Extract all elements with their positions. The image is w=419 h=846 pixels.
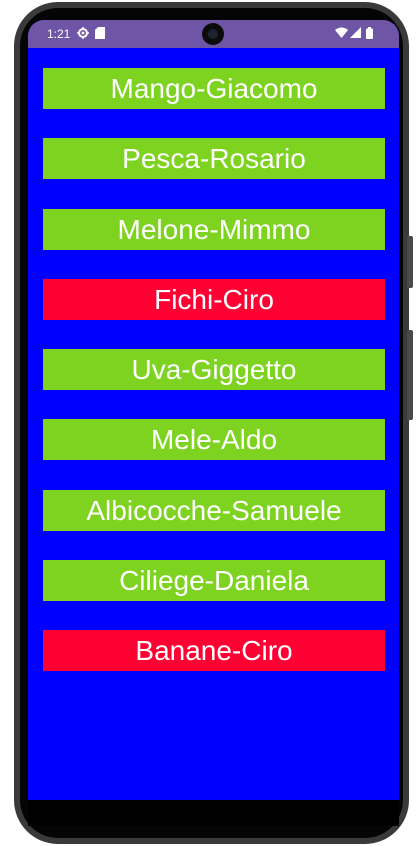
camera-lens (208, 29, 218, 39)
list-item[interactable]: Ciliege-Daniela (43, 559, 385, 601)
screen: 1:21 Mango-Giacomo Pesca-Rosario Melone-… (28, 20, 399, 800)
phone-frame: 1:21 Mango-Giacomo Pesca-Rosario Melone-… (0, 0, 419, 846)
fruit-list: Mango-Giacomo Pesca-Rosario Melone-Mimmo Fi… (28, 53, 399, 800)
list-item[interactable]: Banane-Ciro (43, 630, 385, 671)
settings-gear-icon (77, 27, 89, 39)
list-item[interactable]: Fichi-Ciro (43, 278, 385, 320)
list-item[interactable]: Mele-Aldo (43, 419, 385, 461)
wifi-icon (335, 27, 348, 38)
volume-button (407, 236, 413, 288)
sd-card-icon (95, 27, 105, 39)
list-item[interactable]: Albicocche-Samuele (43, 489, 385, 531)
list-item[interactable]: Uva-Giggetto (43, 349, 385, 390)
list-item[interactable]: Melone-Mimmo (43, 208, 385, 250)
battery-icon (366, 27, 373, 39)
status-time: 1:21 (47, 27, 71, 41)
list-item[interactable]: Pesca-Rosario (43, 138, 385, 180)
navigation-bar (28, 800, 399, 826)
front-camera (202, 23, 224, 45)
cell-signal-icon (350, 27, 361, 38)
list-item[interactable]: Mango-Giacomo (43, 68, 385, 109)
power-button (407, 330, 413, 420)
